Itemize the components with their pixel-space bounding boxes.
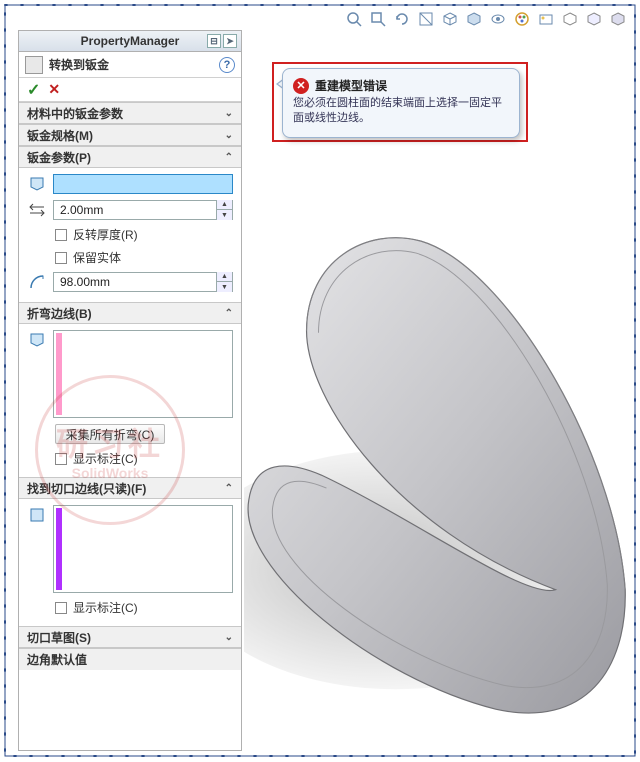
rebuild-error-tooltip: ✕ 重建模型错误 您必须在圆柱面的结束端面上选择一固定平面或线性边线。 [282, 68, 520, 138]
feature-title-row: 转换到钣金 ? [19, 52, 241, 78]
checkbox-icon [55, 252, 67, 264]
rip-show-callouts-checkbox[interactable]: 显示标注(C) [27, 599, 233, 616]
prev-view-icon[interactable] [392, 9, 412, 29]
property-manager-panel: PropertyManager ⊟ ➤ 转换到钣金 ? ✓ ✕ 材料中的钣金参数… [18, 30, 242, 751]
section-bend-edges[interactable]: 折弯边线(B) ⌃ [19, 302, 241, 324]
help-button[interactable]: ? [219, 57, 235, 73]
view-cube-icon[interactable] [584, 9, 604, 29]
bend-radius-icon [27, 272, 47, 292]
checkbox-label: 保留实体 [73, 249, 121, 266]
zoom-fit-icon[interactable] [344, 9, 364, 29]
section-params[interactable]: 钣金参数(P) ⌃ [19, 146, 241, 168]
view-settings-icon[interactable] [560, 9, 580, 29]
rip-edge-icon [27, 505, 47, 525]
display-style-icon[interactable] [464, 9, 484, 29]
spin-up[interactable]: ▲ [216, 272, 232, 282]
section-view-icon[interactable] [416, 9, 436, 29]
section-params-body: 2.00mm ▲▼ 反转厚度(R) 保留实体 98.00mm ▲▼ [19, 168, 241, 302]
zoom-area-icon[interactable] [368, 9, 388, 29]
fixed-face-icon [27, 174, 47, 194]
section-label: 钣金规格(M) [27, 127, 93, 144]
collect-all-bends-button[interactable]: 采集所有折弯(C) [55, 424, 165, 444]
spin-down[interactable]: ▼ [216, 282, 232, 292]
section-label: 材料中的钣金参数 [27, 105, 123, 122]
checkbox-label: 显示标注(C) [73, 450, 138, 467]
reverse-thickness-checkbox[interactable]: 反转厚度(R) [27, 226, 233, 243]
section-label: 边角默认值 [27, 651, 87, 668]
convert-to-sheetmetal-icon [25, 56, 43, 74]
keep-body-checkbox[interactable]: 保留实体 [27, 249, 233, 266]
view-orient-icon[interactable] [440, 9, 460, 29]
section-label: 切口草图(S) [27, 629, 91, 646]
section-rip-body: 显示标注(C) [19, 499, 241, 626]
feature-title: 转换到钣金 [49, 56, 213, 73]
edit-appearance-icon[interactable] [512, 9, 532, 29]
pm-title: PropertyManager [81, 34, 180, 48]
checkbox-icon [55, 229, 67, 241]
chevron-up-icon: ⌃ [225, 308, 233, 319]
chevron-up-icon: ⌃ [225, 483, 233, 494]
thickness-input[interactable]: 2.00mm ▲▼ [53, 200, 233, 220]
warning-body: 您必须在圆柱面的结束端面上选择一固定平面或线性边线。 [293, 96, 509, 127]
section-bend-body: 采集所有折弯(C) 显示标注(C) [19, 324, 241, 477]
section-rip-sketch[interactable]: 切口草图(S) ⌄ [19, 626, 241, 648]
section-corner-defaults[interactable]: 边角默认值 [19, 648, 241, 670]
bend-show-callouts-checkbox[interactable]: 显示标注(C) [27, 450, 233, 467]
checkbox-icon [55, 602, 67, 614]
view-cube2-icon[interactable] [608, 9, 628, 29]
thickness-value: 2.00mm [54, 203, 216, 217]
confirm-row: ✓ ✕ [19, 78, 241, 102]
checkbox-label: 显示标注(C) [73, 599, 138, 616]
chevron-down-icon: ⌄ [225, 130, 233, 141]
spin-up[interactable]: ▲ [216, 200, 232, 210]
pm-push-icon[interactable]: ➤ [223, 34, 237, 48]
chevron-down-icon: ⌄ [225, 632, 233, 643]
checkbox-icon [55, 453, 67, 465]
pm-header: PropertyManager ⊟ ➤ [19, 30, 241, 52]
graphics-viewport[interactable] [244, 32, 628, 749]
chevron-down-icon: ⌄ [225, 108, 233, 119]
spin-down[interactable]: ▼ [216, 210, 232, 220]
pm-pin-icon[interactable]: ⊟ [207, 34, 221, 48]
bend-radius-input[interactable]: 98.00mm ▲▼ [53, 272, 233, 292]
cancel-button[interactable]: ✕ [48, 81, 60, 98]
rip-edges-listbox[interactable] [53, 505, 233, 593]
section-label: 折弯边线(B) [27, 305, 92, 322]
view-toolbar [250, 8, 628, 30]
section-rip-edges[interactable]: 找到切口边线(只读)(F) ⌃ [19, 477, 241, 499]
section-material[interactable]: 材料中的钣金参数 ⌄ [19, 102, 241, 124]
fixed-face-selection[interactable] [53, 174, 233, 194]
bend-edge-icon [27, 330, 47, 350]
error-icon: ✕ [293, 78, 309, 94]
bend-radius-value: 98.00mm [54, 275, 216, 289]
chevron-up-icon: ⌃ [225, 152, 233, 163]
bend-edges-listbox[interactable] [53, 330, 233, 418]
section-label: 钣金参数(P) [27, 149, 91, 166]
hide-show-icon[interactable] [488, 9, 508, 29]
thickness-icon [27, 200, 47, 220]
section-label: 找到切口边线(只读)(F) [27, 480, 146, 497]
section-spec[interactable]: 钣金规格(M) ⌄ [19, 124, 241, 146]
apply-scene-icon[interactable] [536, 9, 556, 29]
ok-button[interactable]: ✓ [27, 80, 40, 100]
checkbox-label: 反转厚度(R) [73, 226, 138, 243]
warning-title: 重建模型错误 [315, 77, 387, 94]
